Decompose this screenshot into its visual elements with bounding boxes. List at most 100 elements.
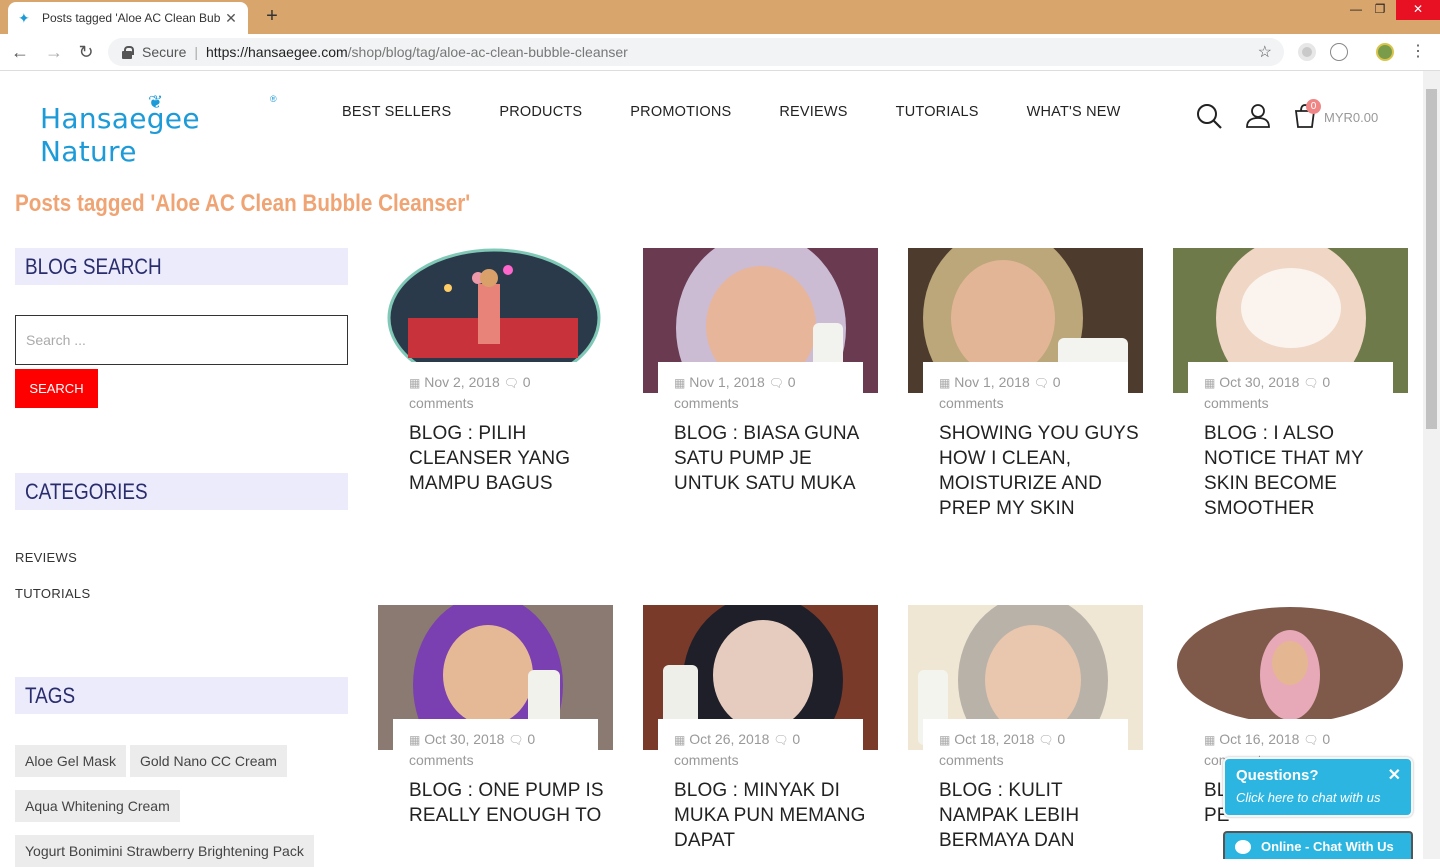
cart-total[interactable]: MYR0.00 (1324, 110, 1378, 125)
comments-icon: 🗨 (1038, 733, 1054, 747)
post-date: Nov 2, 2018 (424, 374, 500, 390)
tag-yogurt-bonimini[interactable]: Yogurt Bonimini Strawberry Brightening P… (15, 835, 314, 867)
comments-icon: 🗨 (773, 733, 789, 747)
category-tutorials[interactable]: TUTORIALS (15, 586, 90, 601)
post-meta: ▦ Nov 1, 2018 🗨 0 comments (923, 362, 1128, 421)
nav-reviews[interactable]: REVIEWS (779, 104, 847, 120)
comments-icon: 🗨 (1303, 376, 1319, 390)
post-comments-label: comments (409, 395, 474, 411)
tab-close-icon[interactable]: ✕ (224, 10, 238, 27)
tags-heading: TAGS (15, 677, 348, 714)
nav-tutorials[interactable]: TUTORIALS (896, 104, 979, 120)
chat-close-icon[interactable]: ✕ (1388, 765, 1401, 785)
post-title[interactable]: SHOWING YOU GUYS HOW I CLEAN, MOISTURIZE… (939, 421, 1139, 521)
calendar-icon: ▦ (939, 376, 951, 390)
blog-search-input[interactable] (15, 315, 348, 365)
address-bar[interactable]: Secure | https://hansaegee.com /shop/blo… (108, 38, 1284, 66)
post-title[interactable]: BLOG : ONE PUMP IS REALLY ENOUGH TO (409, 778, 609, 828)
vpn-extension-icon[interactable] (1330, 43, 1348, 61)
post-comments-label: comments (674, 752, 739, 768)
nav-best-sellers[interactable]: BEST SELLERS (342, 104, 451, 120)
post-comment-count: 0 (792, 731, 801, 747)
site-logo[interactable]: Hansaegee Nature ❦ ® (40, 92, 280, 168)
url-path: /shop/blog/tag/aloe-ac-clean-bubble-clea… (347, 44, 628, 60)
post-date: Oct 18, 2018 (954, 731, 1035, 747)
search-icon[interactable] (1195, 102, 1223, 130)
post-title[interactable]: BLOG : I ALSO NOTICE THAT MY SKIN BECOME… (1204, 421, 1404, 521)
calendar-icon: ▦ (674, 733, 686, 747)
post-meta: ▦ Nov 2, 2018 🗨 0 comments (393, 362, 598, 421)
post-comments-label: comments (1204, 395, 1269, 411)
post-comments-label: comments (674, 395, 739, 411)
category-reviews[interactable]: REVIEWS (15, 550, 77, 565)
tab-title: Posts tagged 'Aloe AC Clean Bub (42, 11, 221, 25)
back-icon[interactable]: ← (8, 40, 32, 64)
post-comment-count: 0 (1322, 374, 1331, 390)
browser-toolbar: ← → ↻ Secure | https://hansaegee.com /sh… (0, 34, 1440, 71)
post-comments-label: comments (409, 752, 474, 768)
chat-bar[interactable]: Online - Chat With Us (1223, 831, 1413, 859)
account-icon[interactable] (1244, 102, 1272, 130)
bookmark-star-icon[interactable]: ☆ (1258, 42, 1272, 62)
calendar-icon: ▦ (1204, 733, 1216, 747)
post-date: Nov 1, 2018 (954, 374, 1030, 390)
comments-icon: 🗨 (503, 376, 519, 390)
post-title[interactable]: BLOG : BIASA GUNA SATU PUMP JE UNTUK SAT… (674, 421, 874, 496)
browser-tab[interactable]: ✦ Posts tagged 'Aloe AC Clean Bub ✕ (8, 2, 248, 34)
post-title[interactable]: BLOG : MINYAK DI MUKA PUN MEMANG DAPAT (674, 778, 874, 853)
scrollbar-thumb[interactable] (1426, 89, 1437, 429)
tag-aloe-gel-mask[interactable]: Aloe Gel Mask (15, 745, 127, 777)
post-date: Oct 30, 2018 (1219, 374, 1300, 390)
blog-search-heading: BLOG SEARCH (15, 248, 348, 285)
post-meta: ▦ Oct 30, 2018 🗨 0 comments (1188, 362, 1393, 421)
nav-promotions[interactable]: PROMOTIONS (630, 104, 731, 120)
tags-heading-text: TAGS (25, 683, 76, 708)
post-comment-count: 0 (527, 731, 536, 747)
post-date: Oct 30, 2018 (424, 731, 505, 747)
lock-icon (120, 46, 134, 59)
post-comment-count: 0 (787, 374, 796, 390)
secure-label: Secure (142, 44, 187, 60)
post-comment-count: 0 (1057, 731, 1066, 747)
page-scrollbar[interactable] (1423, 71, 1440, 859)
chat-status: Online - Chat With Us (1261, 839, 1394, 854)
browser-tab-bar: ✦ Posts tagged 'Aloe AC Clean Bub ✕ + — … (0, 0, 1440, 34)
blog-search-heading-text: BLOG SEARCH (25, 254, 162, 279)
registered-icon: ® (270, 94, 277, 104)
restore-icon[interactable]: ❐ (1364, 0, 1396, 20)
post-date: Nov 1, 2018 (689, 374, 765, 390)
calendar-icon: ▦ (409, 376, 421, 390)
calendar-icon: ▦ (1204, 376, 1216, 390)
chat-bubble-icon (1235, 840, 1251, 854)
post-title[interactable]: BLOG : KULIT NAMPAK LEBIH BERMAYA DAN (939, 778, 1139, 853)
nav-whats-new[interactable]: WHAT'S NEW (1027, 104, 1121, 120)
categories-heading: CATEGORIES (15, 473, 348, 510)
comments-icon: 🗨 (508, 733, 524, 747)
chat-prompt-text: Click here to chat with us (1236, 790, 1381, 805)
chat-prompt-bubble[interactable]: Questions? ✕ Click here to chat with us (1223, 757, 1413, 817)
butterfly-logo-icon: ❦ (148, 92, 164, 112)
post-date: Oct 26, 2018 (689, 731, 770, 747)
extension-icon[interactable] (1298, 43, 1316, 61)
search-button[interactable]: SEARCH (15, 369, 98, 408)
post-meta: ▦ Oct 18, 2018 🗨 0 comments (923, 719, 1128, 778)
calendar-icon: ▦ (674, 376, 686, 390)
reload-icon[interactable]: ↻ (74, 40, 98, 64)
post-title[interactable]: BLOG : PILIH CLEANSER YANG MAMPU BAGUS (409, 421, 609, 496)
window-close-icon[interactable]: ✕ (1396, 0, 1440, 20)
cart-count-badge: 0 (1306, 99, 1321, 114)
menu-kebab-icon[interactable]: ⋮ (1406, 40, 1430, 64)
post-comment-count: 0 (1322, 731, 1331, 747)
new-tab-icon[interactable]: + (262, 6, 282, 26)
omnibox-separator: | (194, 44, 198, 60)
post-meta: ▦ Oct 30, 2018 🗨 0 comments (393, 719, 598, 778)
tag-aqua-whitening-cream[interactable]: Aqua Whitening Cream (15, 790, 180, 822)
tag-gold-nano-cc-cream[interactable]: Gold Nano CC Cream (130, 745, 287, 777)
forward-icon[interactable]: → (42, 40, 66, 64)
nav-products[interactable]: PRODUCTS (499, 104, 582, 120)
categories-heading-text: CATEGORIES (25, 479, 148, 504)
chat-question: Questions? (1236, 767, 1319, 784)
profile-avatar[interactable] (1376, 43, 1394, 61)
butterfly-favicon-icon: ✦ (18, 9, 30, 26)
comments-icon: 🗨 (1303, 733, 1319, 747)
